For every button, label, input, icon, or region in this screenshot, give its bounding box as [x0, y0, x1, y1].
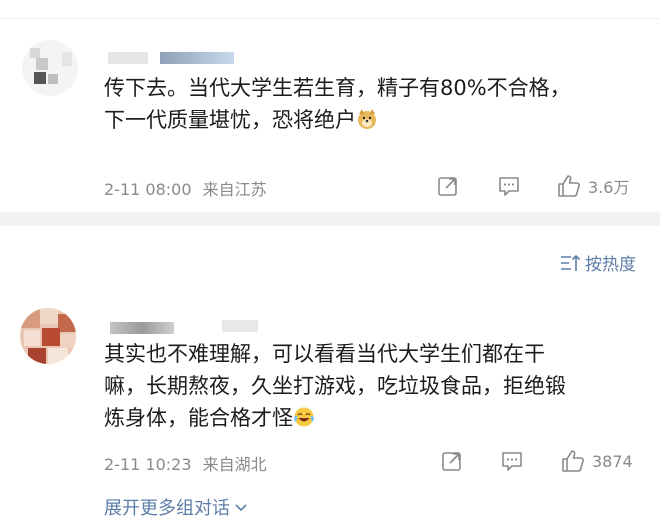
comment-line: 其实也不难理解，可以看看当代大学生们都在干: [104, 342, 545, 366]
chevron-down-icon: [235, 504, 247, 512]
like-icon: [558, 175, 580, 197]
like-count: 3874: [592, 451, 633, 471]
comment-line: 嘛，长期熬夜，久坐打游戏，吃垃圾食品，拒绝锻: [104, 374, 566, 398]
comment-time: 2-11 10:23: [104, 455, 192, 474]
sort-icon: [561, 254, 581, 271]
like-icon: [562, 450, 584, 472]
like-count: 3.6万: [588, 178, 630, 197]
sort-button[interactable]: 按热度: [559, 250, 636, 275]
share-icon: [438, 177, 457, 196]
username-blurred[interactable]: [110, 322, 174, 334]
username-blurred[interactable]: [108, 52, 148, 64]
sort-label: 按热度: [585, 255, 636, 275]
section-divider: [0, 212, 660, 226]
comment-button[interactable]: [500, 449, 524, 473]
share-button[interactable]: [436, 174, 460, 198]
top-divider: [0, 18, 660, 19]
comment-line: 下一代质量堪忧，恐将绝户: [104, 104, 644, 136]
expand-conversation-link[interactable]: 展开更多组对话: [104, 494, 249, 520]
like-button[interactable]: 3.6万: [556, 173, 629, 199]
comment-text: 传下去。当代大学生若生育，精子有80%不合格， 下一代质量堪忧，恐将绝户: [104, 72, 644, 136]
comment-meta: 2-11 08:00 来自江苏: [104, 176, 267, 200]
laugh-cry-emoji: [294, 407, 314, 427]
comment-location: 来自湖北: [202, 455, 267, 474]
comment-line: 炼身体，能合格才怪: [104, 402, 644, 434]
comment-line-text: 炼身体，能合格才怪: [104, 406, 293, 430]
username-blurred[interactable]: [222, 320, 258, 332]
doge-emoji: [358, 109, 376, 129]
avatar[interactable]: [20, 308, 76, 364]
avatar[interactable]: [22, 40, 78, 96]
expand-label: 展开更多组对话: [104, 498, 230, 519]
share-icon: [442, 452, 461, 471]
comment-line: 传下去。当代大学生若生育，精子有80%不合格，: [104, 76, 571, 100]
comment-location: 来自江苏: [202, 180, 267, 199]
comment-button[interactable]: [497, 174, 521, 198]
comment-line-text: 下一代质量堪忧，恐将绝户: [104, 108, 356, 132]
share-button[interactable]: [440, 449, 464, 473]
username-blurred[interactable]: [160, 52, 234, 64]
comment-text: 其实也不难理解，可以看看当代大学生们都在干 嘛，长期熬夜，久坐打游戏，吃垃圾食品…: [104, 338, 644, 434]
comment-time: 2-11 08:00: [104, 180, 192, 199]
comment-meta: 2-11 10:23 来自湖北: [104, 451, 267, 475]
comment-icon: [499, 177, 519, 196]
like-button[interactable]: 3874: [560, 448, 633, 474]
comment-icon: [502, 452, 522, 471]
